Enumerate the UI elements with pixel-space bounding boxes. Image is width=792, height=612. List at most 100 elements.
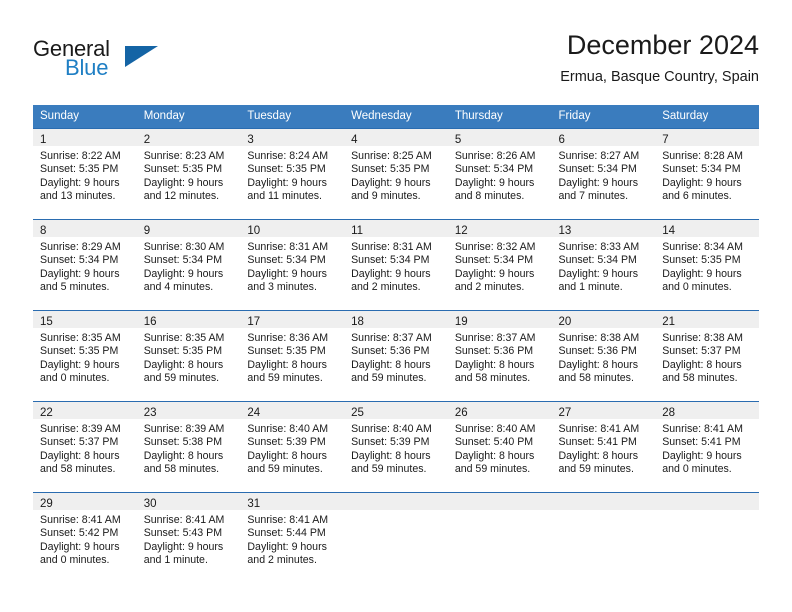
day-info: Sunrise: 8:41 AM Sunset: 5:41 PM Dayligh… — [655, 419, 759, 477]
calendar-page: General Blue December 2024 Ermua, Basque… — [0, 0, 792, 612]
sunrise-text: Sunrise: 8:39 AM — [143, 423, 225, 435]
day-number: 7 — [662, 134, 669, 146]
weekday-header-saturday: Saturday — [655, 105, 759, 129]
sunrise-text: Sunrise: 8:35 AM — [143, 332, 225, 344]
day-cell[interactable]: 11 Sunrise: 8:31 AM Sunset: 5:34 PM Dayl… — [344, 219, 448, 311]
daylight-text-line1: Daylight: 9 hours — [247, 176, 327, 189]
day-cell[interactable]: 30 Sunrise: 8:41 AM Sunset: 5:43 PM Dayl… — [136, 492, 241, 583]
calendar-body: 1 Sunrise: 8:22 AM Sunset: 5:35 PM Dayli… — [33, 128, 759, 583]
daylight-text-line1: Daylight: 9 hours — [143, 267, 224, 280]
daylight-text-line2: and 4 minutes. — [143, 281, 214, 294]
day-number: 31 — [247, 498, 261, 510]
day-cell[interactable]: 17 Sunrise: 8:36 AM Sunset: 5:35 PM Dayl… — [240, 310, 345, 402]
day-info: Sunrise: 8:39 AM Sunset: 5:38 PM Dayligh… — [137, 419, 241, 477]
day-info: Sunrise: 8:22 AM Sunset: 5:35 PM Dayligh… — [33, 146, 137, 204]
day-number: 26 — [454, 407, 468, 419]
sunrise-text: Sunrise: 8:36 AM — [247, 332, 329, 344]
daylight-text-line2: and 58 minutes. — [40, 463, 116, 476]
daylight-text-line2: and 59 minutes. — [351, 463, 427, 476]
daylight-text-line2: and 0 minutes. — [662, 463, 732, 476]
daylight-text-line1: Daylight: 8 hours — [351, 449, 431, 462]
day-info: Sunrise: 8:31 AM Sunset: 5:34 PM Dayligh… — [344, 237, 448, 295]
sunrise-text: Sunrise: 8:34 AM — [662, 241, 743, 253]
day-cell[interactable]: 3 Sunrise: 8:24 AM Sunset: 5:35 PM Dayli… — [240, 128, 345, 220]
sunrise-text: Sunrise: 8:35 AM — [40, 332, 121, 344]
day-cell[interactable]: 31 Sunrise: 8:41 AM Sunset: 5:44 PM Dayl… — [240, 492, 345, 583]
day-number: 8 — [40, 225, 47, 237]
day-cell[interactable]: 16 Sunrise: 8:35 AM Sunset: 5:35 PM Dayl… — [136, 310, 241, 402]
sunrise-text: Sunrise: 8:40 AM — [351, 423, 432, 435]
day-cell[interactable]: 22 Sunrise: 8:39 AM Sunset: 5:37 PM Dayl… — [33, 401, 137, 493]
sunset-text: Sunset: 5:42 PM — [40, 527, 119, 540]
sunrise-text: Sunrise: 8:23 AM — [143, 150, 225, 162]
weekday-header-friday: Friday — [551, 105, 656, 129]
sunrise-text: Sunrise: 8:41 AM — [40, 514, 121, 526]
weekday-header-monday: Monday — [136, 105, 241, 129]
sunrise-text: Sunrise: 8:26 AM — [454, 150, 536, 162]
day-cell[interactable]: 13 Sunrise: 8:33 AM Sunset: 5:34 PM Dayl… — [551, 219, 656, 311]
daylight-text-line2: and 0 minutes. — [662, 281, 732, 294]
day-cell[interactable]: 29 Sunrise: 8:41 AM Sunset: 5:42 PM Dayl… — [33, 492, 137, 583]
day-cell[interactable]: 19 Sunrise: 8:37 AM Sunset: 5:36 PM Dayl… — [447, 310, 552, 402]
day-cell[interactable]: 1 Sunrise: 8:22 AM Sunset: 5:35 PM Dayli… — [33, 128, 137, 220]
daylight-text-line2: and 58 minutes. — [662, 372, 738, 385]
day-cell[interactable]: 24 Sunrise: 8:40 AM Sunset: 5:39 PM Dayl… — [240, 401, 345, 493]
sunset-text: Sunset: 5:39 PM — [247, 436, 326, 449]
day-number: 3 — [247, 134, 254, 146]
sunrise-text: Sunrise: 8:31 AM — [247, 241, 329, 253]
sunset-text: Sunset: 5:34 PM — [558, 163, 637, 176]
sunrise-text: Sunrise: 8:32 AM — [454, 241, 536, 253]
title-block: December 2024 Ermua, Basque Country, Spa… — [560, 28, 759, 88]
daylight-text-line1: Daylight: 9 hours — [454, 176, 535, 189]
day-cell[interactable]: 25 Sunrise: 8:40 AM Sunset: 5:39 PM Dayl… — [344, 401, 448, 493]
day-cell[interactable]: 12 Sunrise: 8:32 AM Sunset: 5:34 PM Dayl… — [447, 219, 552, 311]
day-number: 18 — [351, 316, 364, 328]
week-row: 29 Sunrise: 8:41 AM Sunset: 5:42 PM Dayl… — [33, 492, 759, 583]
day-number: 4 — [351, 134, 358, 146]
day-cell[interactable]: 10 Sunrise: 8:31 AM Sunset: 5:34 PM Dayl… — [240, 219, 345, 311]
daylight-text-line2: and 9 minutes. — [351, 190, 421, 203]
day-cell[interactable]: 18 Sunrise: 8:37 AM Sunset: 5:36 PM Dayl… — [344, 310, 448, 402]
day-number: 29 — [40, 498, 53, 510]
daylight-text-line2: and 13 minutes. — [40, 190, 116, 203]
daylight-text-line2: and 2 minutes. — [351, 281, 421, 294]
day-info: Sunrise: 8:40 AM Sunset: 5:40 PM Dayligh… — [448, 419, 552, 477]
day-cell[interactable]: 7 Sunrise: 8:28 AM Sunset: 5:34 PM Dayli… — [655, 128, 759, 220]
daylight-text-line1: Daylight: 8 hours — [558, 358, 639, 371]
day-cell[interactable]: 15 Sunrise: 8:35 AM Sunset: 5:35 PM Dayl… — [33, 310, 137, 402]
day-cell[interactable]: 2 Sunrise: 8:23 AM Sunset: 5:35 PM Dayli… — [136, 128, 241, 220]
sunset-text: Sunset: 5:34 PM — [247, 254, 326, 267]
daylight-text-line1: Daylight: 8 hours — [454, 449, 535, 462]
daylight-text-line1: Daylight: 9 hours — [662, 267, 742, 280]
daylight-text-line2: and 1 minute. — [143, 554, 208, 567]
day-cell[interactable]: 23 Sunrise: 8:39 AM Sunset: 5:38 PM Dayl… — [136, 401, 241, 493]
sunrise-text: Sunrise: 8:25 AM — [351, 150, 432, 162]
day-info: Sunrise: 8:34 AM Sunset: 5:35 PM Dayligh… — [655, 237, 759, 295]
sunset-text: Sunset: 5:38 PM — [143, 436, 223, 449]
day-cell[interactable]: 26 Sunrise: 8:40 AM Sunset: 5:40 PM Dayl… — [447, 401, 552, 493]
sunrise-text: Sunrise: 8:41 AM — [662, 423, 743, 435]
day-info: Sunrise: 8:41 AM Sunset: 5:42 PM Dayligh… — [33, 510, 137, 568]
day-number: 14 — [662, 225, 676, 237]
daylight-text-line2: and 5 minutes. — [40, 281, 110, 294]
week-row: 1 Sunrise: 8:22 AM Sunset: 5:35 PM Dayli… — [33, 128, 759, 220]
day-info: Sunrise: 8:40 AM Sunset: 5:39 PM Dayligh… — [344, 419, 448, 477]
day-cell[interactable]: 6 Sunrise: 8:27 AM Sunset: 5:34 PM Dayli… — [551, 128, 656, 220]
daylight-text-line2: and 59 minutes. — [558, 463, 634, 476]
sunset-text: Sunset: 5:35 PM — [143, 163, 223, 176]
day-cell[interactable]: 14 Sunrise: 8:34 AM Sunset: 5:35 PM Dayl… — [655, 219, 759, 311]
day-cell[interactable]: 9 Sunrise: 8:30 AM Sunset: 5:34 PM Dayli… — [136, 219, 241, 311]
day-info: Sunrise: 8:35 AM Sunset: 5:35 PM Dayligh… — [137, 328, 241, 386]
day-cell[interactable]: 5 Sunrise: 8:26 AM Sunset: 5:34 PM Dayli… — [447, 128, 552, 220]
day-cell[interactable]: 4 Sunrise: 8:25 AM Sunset: 5:35 PM Dayli… — [344, 128, 448, 220]
daylight-text-line1: Daylight: 9 hours — [40, 540, 120, 553]
sunset-text: Sunset: 5:34 PM — [454, 254, 534, 267]
day-cell[interactable]: 28 Sunrise: 8:41 AM Sunset: 5:41 PM Dayl… — [655, 401, 759, 493]
day-cell[interactable]: 8 Sunrise: 8:29 AM Sunset: 5:34 PM Dayli… — [33, 219, 137, 311]
day-info: Sunrise: 8:36 AM Sunset: 5:35 PM Dayligh… — [240, 328, 344, 386]
day-cell[interactable]: 21 Sunrise: 8:38 AM Sunset: 5:37 PM Dayl… — [655, 310, 759, 402]
sunset-text: Sunset: 5:35 PM — [662, 254, 741, 267]
sunset-text: Sunset: 5:39 PM — [351, 436, 430, 449]
day-cell[interactable]: 27 Sunrise: 8:41 AM Sunset: 5:41 PM Dayl… — [551, 401, 656, 493]
day-cell[interactable]: 20 Sunrise: 8:38 AM Sunset: 5:36 PM Dayl… — [551, 310, 656, 402]
